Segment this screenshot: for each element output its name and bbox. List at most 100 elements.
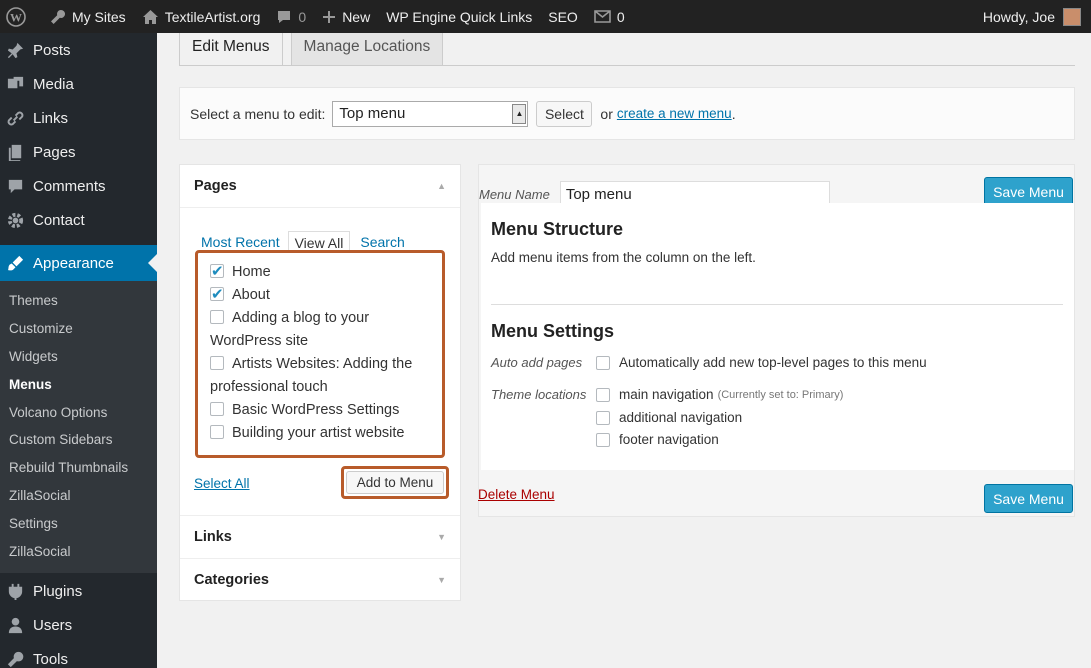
checkbox-basic-settings[interactable]: [210, 402, 224, 416]
submenu-item-custom-sidebars[interactable]: Custom Sidebars: [0, 426, 157, 454]
checkbox-artists-websites[interactable]: [210, 356, 224, 370]
messages-count: 0: [616, 8, 625, 25]
sidebar-item-tools[interactable]: Tools: [0, 643, 157, 668]
sidebar-item-label: Links: [33, 109, 69, 127]
wordpress-logo-icon[interactable]: W: [0, 0, 42, 33]
new-label: New: [342, 8, 371, 25]
sidebar-item-plugins[interactable]: Plugins: [0, 575, 157, 609]
plug-icon: [8, 584, 23, 601]
page-label: Home: [232, 264, 271, 280]
location-note: (Currently set to: Primary): [717, 388, 844, 401]
subtab-search[interactable]: Search: [360, 231, 404, 251]
comment-icon: [8, 179, 23, 193]
pages-section-header[interactable]: Pages ▲: [180, 165, 460, 208]
comments-link[interactable]: 0: [268, 0, 314, 33]
active-indicator-arrow: [148, 254, 157, 272]
checkbox-building-website[interactable]: [210, 425, 224, 439]
pages-subtabs: Most Recent View All Search: [201, 231, 405, 251]
delete-menu-link[interactable]: Delete Menu: [478, 487, 555, 502]
submenu-item-rebuild-thumbnails[interactable]: Rebuild Thumbnails: [0, 454, 157, 482]
checkbox-home[interactable]: [210, 260, 224, 283]
submenu-item-volcano-options[interactable]: Volcano Options: [0, 398, 157, 426]
add-to-menu-highlight: Add to Menu: [341, 466, 449, 499]
pages-icon: [8, 144, 22, 161]
new-content-link[interactable]: New: [314, 0, 378, 33]
save-menu-button-top[interactable]: Save Menu: [984, 177, 1073, 206]
admin-bar: W My Sites TextileArtist.org 0 New WP En…: [0, 0, 1091, 33]
sidebar-item-appearance[interactable]: Appearance: [0, 245, 157, 281]
submenu-item-settings[interactable]: Settings: [0, 509, 157, 537]
links-section-title: Links: [194, 529, 232, 545]
account-menu[interactable]: Howdy, Joe: [975, 0, 1091, 33]
list-item[interactable]: Home: [210, 260, 432, 284]
select-button[interactable]: Select: [536, 100, 593, 127]
save-menu-button-bottom[interactable]: Save Menu: [984, 484, 1073, 513]
sidebar-item-users[interactable]: Users: [0, 609, 157, 643]
seo-menu[interactable]: SEO: [540, 0, 586, 33]
list-item[interactable]: Basic WordPress Settings: [210, 399, 432, 422]
list-item[interactable]: About: [210, 283, 432, 307]
dropdown-arrow-icon: ▲︎: [512, 103, 527, 124]
select-all-link[interactable]: Select All: [194, 476, 250, 491]
gear-icon: [7, 212, 24, 228]
checkbox-about[interactable]: [210, 283, 224, 306]
auto-add-option[interactable]: Automatically add new top-level pages to…: [596, 355, 927, 370]
subtab-most-recent[interactable]: Most Recent: [201, 231, 280, 251]
quick-links-label: WP Engine Quick Links: [386, 8, 533, 25]
categories-section-title: Categories: [194, 572, 269, 588]
menu-select-bar: Select a menu to edit: Top menu ▲︎ Selec…: [179, 87, 1075, 140]
submenu-item-themes[interactable]: Themes: [0, 287, 157, 315]
submenu-item-menus[interactable]: Menus: [0, 370, 157, 398]
menu-select-dropdown[interactable]: Top menu ▲︎: [332, 100, 529, 127]
list-item[interactable]: Artists Websites: Adding the professiona…: [202, 353, 432, 399]
links-section-header[interactable]: Links ▼: [180, 515, 460, 558]
submenu-item-customize[interactable]: Customize: [0, 315, 157, 343]
sidebar-item-label: Posts: [33, 41, 71, 59]
messages-link[interactable]: 0: [586, 0, 633, 33]
sidebar-item-contact[interactable]: Contact: [0, 203, 157, 237]
svg-text:W: W: [10, 10, 22, 24]
tab-manage-locations[interactable]: Manage Locations: [290, 33, 444, 66]
categories-section-header[interactable]: Categories ▼: [180, 558, 460, 601]
auto-add-checkbox[interactable]: [596, 355, 610, 370]
location-footer-navigation[interactable]: footer navigation: [596, 432, 719, 447]
pin-icon: [7, 42, 24, 58]
submenu-item-zillasocial[interactable]: ZillaSocial: [0, 482, 157, 510]
auto-add-text: Automatically add new top-level pages to…: [619, 355, 927, 370]
sidebar-item-media[interactable]: Media: [0, 67, 157, 101]
sidebar-item-pages[interactable]: Pages: [0, 135, 157, 169]
admin-sidebar: Posts Media Links Pages Comments Contact…: [0, 33, 157, 668]
my-sites-link[interactable]: My Sites: [42, 0, 134, 33]
submenu-item-widgets[interactable]: Widgets: [0, 343, 157, 371]
page-label: Artists Websites: Adding the professiona…: [210, 356, 413, 395]
sidebar-item-posts[interactable]: Posts: [0, 33, 157, 67]
collapse-arrow-icon: ▲: [437, 181, 446, 191]
link-icon: [7, 111, 24, 125]
list-item[interactable]: Building your artist website: [210, 422, 432, 445]
list-item[interactable]: Adding a blog to your WordPress site: [202, 307, 432, 353]
tab-edit-menus[interactable]: Edit Menus: [179, 33, 283, 66]
add-to-menu-button[interactable]: Add to Menu: [346, 471, 444, 494]
plus-icon: [323, 10, 336, 23]
subtab-view-all[interactable]: View All: [287, 231, 351, 251]
location-additional-navigation[interactable]: additional navigation: [596, 410, 742, 425]
main-navigation-checkbox[interactable]: [596, 387, 610, 402]
page-label: About: [232, 287, 270, 303]
checkbox-adding-blog[interactable]: [210, 310, 224, 324]
location-main-navigation[interactable]: main navigation (Currently set to: Prima…: [596, 387, 843, 402]
footer-navigation-checkbox[interactable]: [596, 432, 610, 447]
additional-navigation-checkbox[interactable]: [596, 410, 610, 425]
submenu-item-zillasocial-2[interactable]: ZillaSocial: [0, 537, 157, 565]
site-name-link[interactable]: TextileArtist.org: [134, 0, 269, 33]
create-new-menu-link[interactable]: create a new menu: [617, 106, 732, 121]
wrench-icon: [7, 652, 24, 668]
sidebar-item-comments[interactable]: Comments: [0, 169, 157, 203]
nav-tabs: Edit Menus Manage Locations: [179, 33, 451, 66]
quick-links-menu[interactable]: WP Engine Quick Links: [378, 0, 540, 33]
avatar: [1063, 7, 1081, 26]
location-label: main navigation: [619, 387, 714, 402]
page-label: Basic WordPress Settings: [232, 402, 400, 418]
expand-arrow-icon: ▼: [437, 532, 446, 542]
menu-structure-note: Add menu items from the column on the le…: [491, 250, 756, 265]
sidebar-item-links[interactable]: Links: [0, 101, 157, 135]
